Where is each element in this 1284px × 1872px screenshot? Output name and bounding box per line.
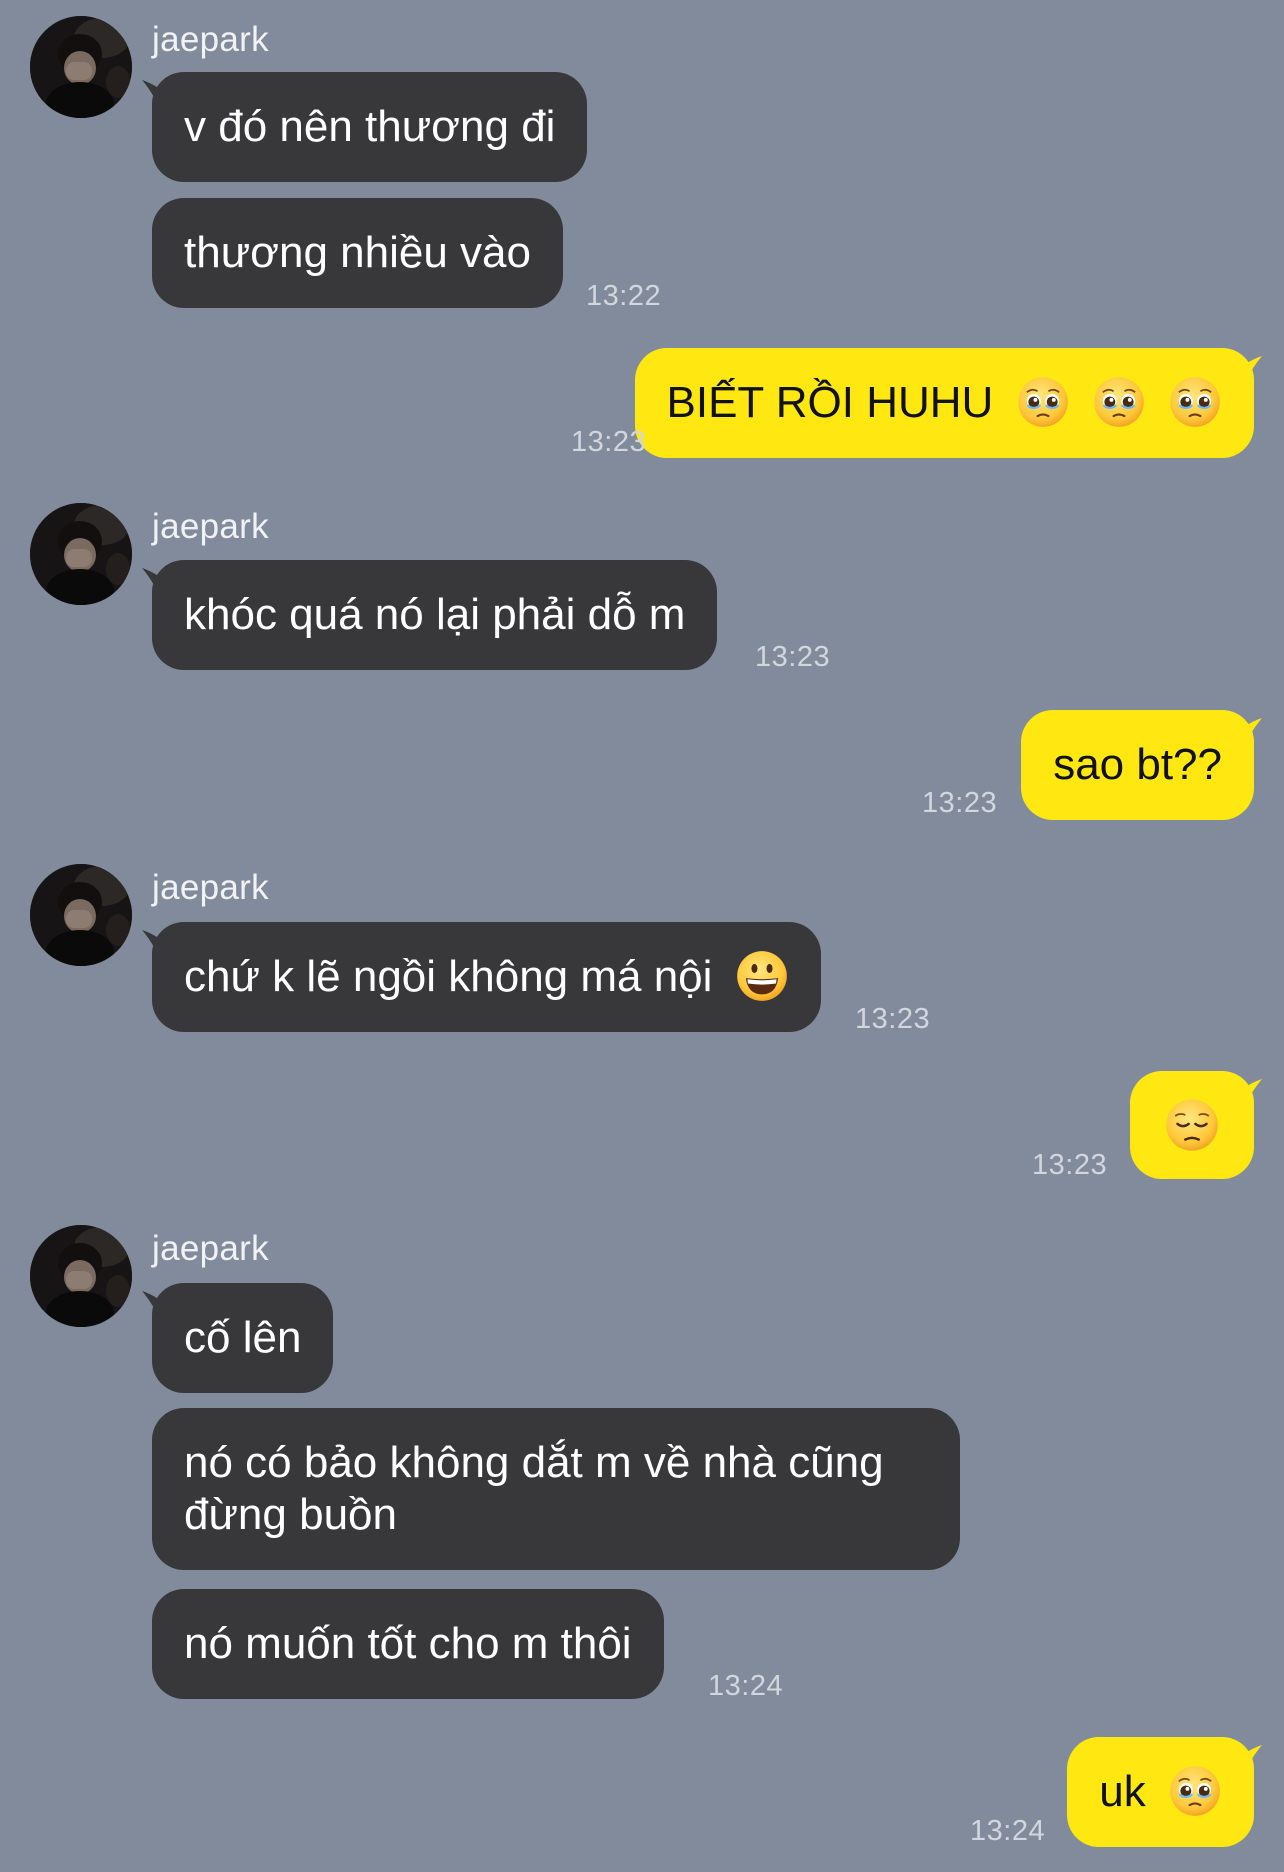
avatar-image — [30, 503, 132, 605]
grinning-face-icon — [735, 949, 789, 1003]
message-bubble-incoming[interactable]: nó muốn tốt cho m thôi — [152, 1589, 664, 1699]
message-bubble-outgoing[interactable]: uk — [1067, 1737, 1254, 1848]
sender-name: jaepark — [152, 507, 269, 546]
message-bubble-outgoing[interactable] — [1130, 1071, 1254, 1179]
pleading-face-icon — [1016, 375, 1070, 429]
sender-name: jaepark — [152, 868, 269, 907]
contact-avatar[interactable] — [30, 16, 132, 118]
message-text: khóc quá nó lại phải dỗ m — [184, 590, 686, 639]
message-text: chứ k lẽ ngồi không má nội — [184, 952, 713, 1001]
message-text: nó có bảo không dắt m về nhà cũng đừng b… — [184, 1438, 884, 1539]
message-bubble-incoming[interactable]: v đó nên thương đi — [152, 72, 588, 182]
sender-name: jaepark — [152, 20, 269, 59]
avatar-image — [30, 864, 132, 966]
avatar-image — [30, 16, 132, 118]
message-timestamp: 13:23 — [755, 641, 831, 673]
message-text: uk — [1099, 1767, 1146, 1816]
message-timestamp: 13:22 — [586, 280, 662, 312]
message-timestamp: 13:24 — [708, 1670, 784, 1702]
sender-name: jaepark — [152, 1229, 269, 1268]
message-text: nó muốn tốt cho m thôi — [184, 1619, 632, 1668]
message-timestamp: 13:24 — [970, 1815, 1046, 1847]
contact-avatar[interactable] — [30, 1225, 132, 1327]
message-text: thương nhiều vào — [184, 228, 531, 277]
message-text: sao bt?? — [1053, 740, 1222, 789]
message-timestamp: 13:23 — [571, 426, 647, 458]
message-bubble-outgoing[interactable]: sao bt?? — [1021, 710, 1254, 820]
message-bubble-incoming[interactable]: thương nhiều vào — [152, 198, 563, 308]
pleading-face-icon — [1092, 375, 1146, 429]
avatar-image — [30, 1225, 132, 1327]
message-bubble-outgoing[interactable]: BIẾT RỒI HUHU — [634, 348, 1254, 459]
message-timestamp: 13:23 — [922, 787, 998, 819]
contact-avatar[interactable] — [30, 864, 132, 966]
message-bubble-incoming[interactable]: nó có bảo không dắt m về nhà cũng đừng b… — [152, 1408, 960, 1570]
message-text: cố lên — [184, 1313, 302, 1362]
pleading-face-icon — [1168, 1764, 1222, 1818]
message-bubble-incoming[interactable]: khóc quá nó lại phải dỗ m — [152, 560, 718, 670]
message-text: v đó nên thương đi — [184, 102, 556, 151]
message-timestamp: 13:23 — [1032, 1149, 1108, 1181]
message-bubble-incoming[interactable]: cố lên — [152, 1283, 334, 1393]
contact-avatar[interactable] — [30, 503, 132, 605]
pensive-face-icon — [1164, 1097, 1220, 1153]
message-bubble-incoming[interactable]: chứ k lẽ ngồi không má nội — [152, 922, 821, 1033]
pleading-face-icon — [1168, 375, 1222, 429]
message-timestamp: 13:23 — [855, 1003, 931, 1035]
message-text: BIẾT RỒI HUHU — [666, 378, 994, 427]
